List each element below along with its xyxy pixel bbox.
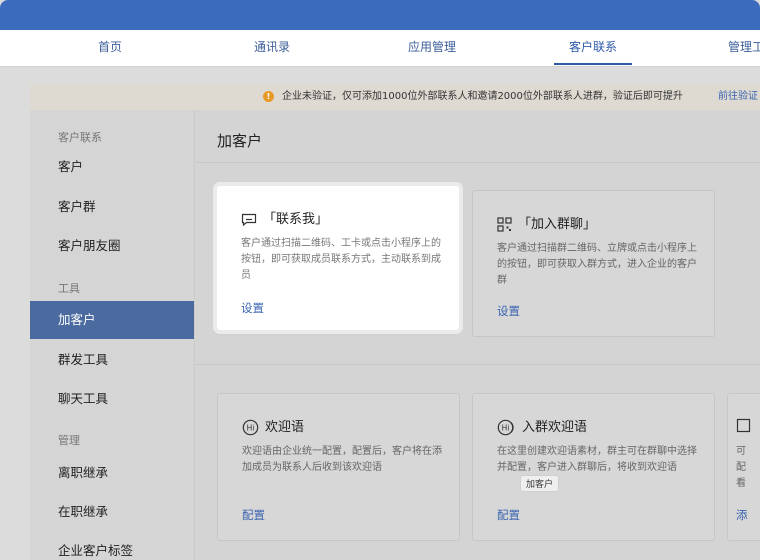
card-welcome-message[interactable]: Hi 欢迎语 欢迎语由企业统一配置，配置后，客户将在添加成员为联系人后收到该欢迎… [217,393,460,541]
card-title-text: 欢迎语 [265,420,305,435]
main-panel: ! 企业未验证，仅可添加1000位外部联系人和邀请2000位外部联系人进群，验证… [30,84,760,560]
card-description: 客户通过扫描二维码、工卡或点击小程序上的按钮，即可获取成员联系方式，主动联系到成… [241,238,441,281]
sidebar: 客户联系 客户 客户群 客户朋友圈 工具 加客户 群发工具 聊天工具 管理 离职… [30,110,195,560]
sidebar-item-customer-tags[interactable]: 企业客户标签 [30,532,194,560]
drag-tooltip: 加客户 [520,475,560,492]
warning-icon: ! [263,91,274,102]
nav-tab-customer-contact[interactable]: 客户联系 [554,30,632,66]
join-group-setup-link[interactable]: 设置 [497,303,520,319]
verify-link[interactable]: 前往验证 [718,84,758,110]
nav-tab-label: 管理工 [728,40,760,54]
sidebar-item-customer-groups[interactable]: 客户群 [30,188,194,226]
nav-tab-home[interactable]: 首页 [80,30,140,66]
nav-tab-label: 客户联系 [568,40,617,54]
card-contact-me[interactable]: 「联系我」 客户通过扫描二维码、工卡或点击小程序上的按钮，即可获取成员联系方式，… [217,186,459,330]
nav-tab-contacts[interactable]: 通讯录 [240,30,304,66]
content-area: 加客户 「联系我」 客户通过扫描二维码、工卡或点击小程序上的按钮，即可获取成员联… [195,110,760,560]
sidebar-group-management: 管理 [58,434,80,447]
nav-tab-label: 首页 [97,40,122,54]
sidebar-item-resigned-inherit[interactable]: 离职继承 [30,454,194,492]
sidebar-item-moments[interactable]: 客户朋友圈 [30,227,194,265]
hi-icon: Hi [242,419,259,436]
title-divider [195,162,760,163]
card-title: Hi 欢迎语 [242,416,304,436]
card-title: Hi 入群欢迎语 [497,416,587,436]
partial-card-link[interactable]: 添 [736,507,748,523]
page-title: 加客户 [217,132,263,150]
nav-tab-management[interactable]: 管理工 [728,30,760,66]
sidebar-group-tools: 工具 [58,282,80,295]
group-welcome-config-link[interactable]: 配置 [497,507,520,523]
contact-me-setup-link[interactable]: 设置 [241,300,264,316]
svg-text:Hi: Hi [502,423,510,432]
card-join-group[interactable]: 「加入群聊」 客户通过扫描群二维码、立牌或点击小程序上的按钮，即可获取入群方式，… [472,190,715,337]
group-hi-icon: Hi [497,419,514,436]
chat-bubble-icon [241,213,257,226]
card-partial[interactable]: 可配看 添 [727,393,760,541]
section-divider [195,364,760,365]
verification-notice: ! 企业未验证，仅可添加1000位外部联系人和邀请2000位外部联系人进群，验证… [30,84,760,110]
sidebar-item-customers[interactable]: 客户 [30,148,194,186]
card-description: 可配看 [736,446,746,489]
sidebar-item-add-customer[interactable]: 加客户 [30,301,194,339]
sidebar-item-chat-tools[interactable]: 聊天工具 [30,380,194,418]
sidebar-item-mass-send[interactable]: 群发工具 [30,341,194,379]
nav-tab-label: 应用管理 [407,40,456,54]
document-icon [736,418,751,433]
card-description: 客户通过扫描群二维码、立牌或点击小程序上的按钮，即可获取入群方式，进入企业的客户… [497,243,697,286]
card-description: 欢迎语由企业统一配置，配置后，客户将在添加成员为联系人后收到该欢迎语 [242,446,442,473]
card-description: 在这里创建欢迎语素材，群主可在群聊中选择并配置，客户进入群聊后，将收到欢迎语 [497,446,697,473]
sidebar-group-customer-contact: 客户联系 [58,131,102,144]
active-tab-underline [554,63,632,65]
welcome-config-link[interactable]: 配置 [242,507,265,523]
card-group-welcome[interactable]: Hi 入群欢迎语 在这里创建欢迎语素材，群主可在群聊中选择并配置，客户进入群聊后… [472,393,715,541]
sidebar-item-active-inherit[interactable]: 在职继承 [30,493,194,531]
card-title-text: 入群欢迎语 [522,420,588,435]
window-title-bar [0,0,760,30]
card-title: 「联系我」 [241,208,328,227]
notice-text: 企业未验证，仅可添加1000位外部联系人和邀请2000位外部联系人进群，验证后即… [282,91,683,102]
card-title-text: 「联系我」 [263,212,329,227]
nav-tab-label: 通讯录 [253,40,290,54]
top-nav: 首页 通讯录 应用管理 客户联系 管理工 [0,30,760,67]
card-title: 「加入群聊」 [497,213,596,232]
nav-tab-apps[interactable]: 应用管理 [400,30,464,66]
card-title-text: 「加入群聊」 [518,217,597,232]
svg-text:Hi: Hi [247,423,255,432]
qr-code-icon [497,217,512,232]
